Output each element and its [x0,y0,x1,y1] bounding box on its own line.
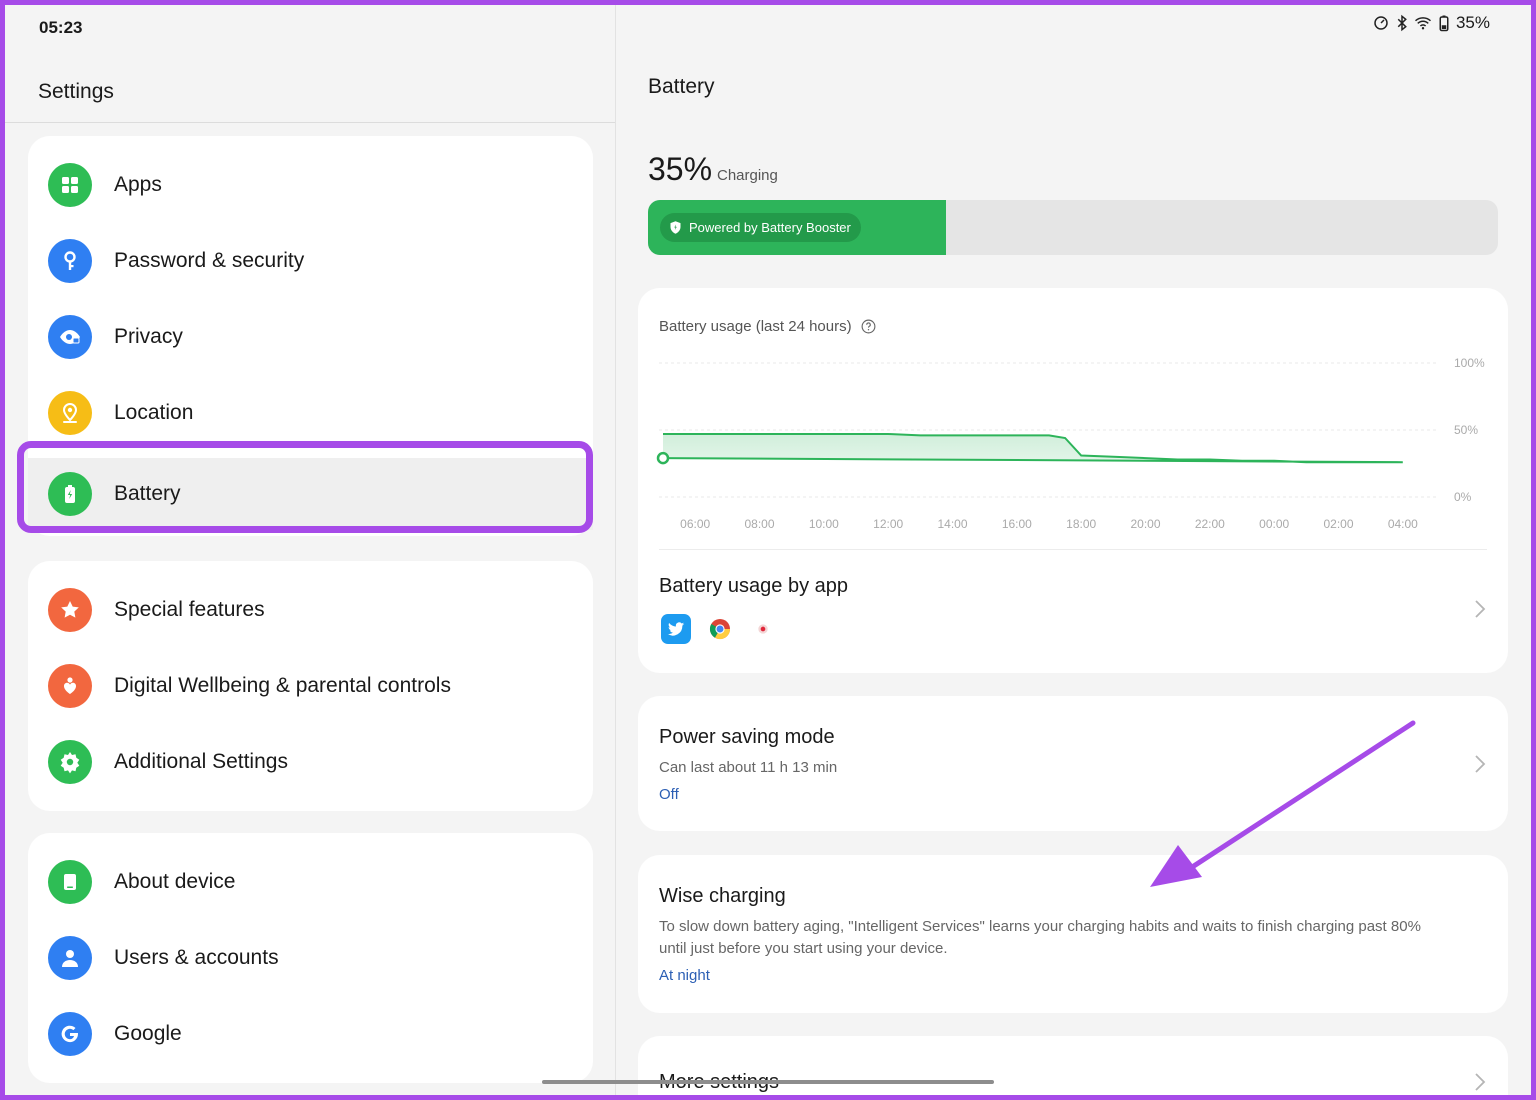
sidebar-item-google[interactable]: Google [28,998,593,1070]
sidebar-item-label: About device [114,870,236,893]
x-tick-label: 02:00 [1323,517,1353,531]
status-bar: 35% [1372,13,1490,33]
status-time: 05:23 [39,18,83,37]
settings-group-1: Apps Password & security Privacy Locatio… [28,136,593,536]
chevron-right-icon[interactable] [1474,1072,1486,1092]
x-tick-label: 08:00 [744,517,774,531]
location-pin-icon [48,391,92,435]
tablet-icon [48,860,92,904]
settings-pane: 05:23 Settings Apps Password & security … [5,5,615,1095]
sidebar-item-label: Privacy [114,325,183,348]
x-tick-label: 10:00 [809,517,839,531]
y-tick-label: 0% [1454,490,1472,504]
x-tick-label: 04:00 [1388,517,1418,531]
usage-chart-title-text: Battery usage (last 24 hours) [659,318,852,335]
gear-icon [48,740,92,784]
battery-charging-icon [1439,15,1449,32]
sidebar-item-privacy[interactable]: Privacy [28,301,593,373]
usage-area [663,434,1403,497]
sidebar-item-label: Digital Wellbeing & parental controls [114,674,451,697]
status-battery-percent: 35% [1455,13,1490,32]
page-title: Settings [38,80,114,103]
google-g-icon [48,1012,92,1056]
eye-lock-icon [48,315,92,359]
x-tick-label: 00:00 [1259,517,1289,531]
sidebar-item-special-features[interactable]: Special features [28,574,593,646]
apps-grid-icon [48,163,92,207]
booster-label: Powered by Battery Booster [689,220,851,235]
sidebar-item-digital-wellbeing[interactable]: Digital Wellbeing & parental controls [28,650,593,722]
x-tick-label: 22:00 [1195,517,1225,531]
sidebar-item-label: Additional Settings [114,750,288,773]
charging-status: Charging [717,167,778,184]
y-tick-label: 50% [1454,423,1478,437]
sidebar-item-password-security[interactable]: Password & security [28,225,593,297]
star-icon [48,588,92,632]
usage-by-app-title: Battery usage by app [659,575,849,597]
sidebar-item-label: Apps [114,173,162,196]
power-saving-title: Power saving mode [659,726,835,748]
wise-charging-status: At night [659,967,710,984]
annotation-arrow-icon [1150,720,1416,887]
wise-charging-description-line: until just before you start using your d… [659,940,948,957]
sidebar-item-location[interactable]: Location [28,377,593,449]
x-tick-label: 20:00 [1130,517,1160,531]
sidebar-item-apps[interactable]: Apps [28,149,593,221]
sidebar-item-label: Location [114,401,194,424]
chrome-icon [705,614,735,644]
shield-icon [670,221,681,234]
x-tick-label: 14:00 [937,517,967,531]
wise-charging-description-line: To slow down battery aging, "Intelligent… [659,918,1421,935]
sidebar-item-label: Users & accounts [114,946,279,969]
battery-booster-badge[interactable]: Powered by Battery Booster [660,213,861,242]
settings-group-2: Special features Digital Wellbeing & par… [28,561,593,811]
sidebar-item-about-device[interactable]: About device [28,846,593,918]
settings-group-3: About device Users & accounts Google [28,833,593,1083]
battery-icon [48,472,92,516]
x-tick-label: 16:00 [1002,517,1032,531]
bluetooth-icon [1397,14,1407,32]
divider [659,549,1487,550]
twitter-icon [661,614,691,644]
battery-page-title: Battery [648,75,715,98]
x-tick-label: 06:00 [680,517,710,531]
sidebar-item-label: Special features [114,598,265,621]
battery-usage-card: Battery usage (last 24 hours) 100% 50% 0% 0… [638,288,1508,673]
heart-person-icon [48,664,92,708]
person-icon [48,936,92,980]
sidebar-item-label: Password & security [114,249,305,272]
sidebar-item-battery[interactable]: Battery [28,458,593,530]
sidebar-item-label: Battery [114,482,181,505]
current-level-point [656,451,670,465]
help-icon[interactable] [860,318,877,335]
x-tick-label: 12:00 [873,517,903,531]
more-settings-card[interactable]: More settings [638,1036,1508,1100]
sidebar-item-users-accounts[interactable]: Users & accounts [28,922,593,994]
battery-usage-chart[interactable]: 100% 50% 0% 06:00 08:00 10:00 12:00 14:00 16:00 1… [638,338,1508,538]
battery-percent: 35% [648,151,713,187]
data-saver-icon [1374,16,1388,30]
power-saving-status: Off [659,786,679,803]
chevron-right-icon[interactable] [1474,599,1486,619]
home-indicator[interactable] [542,1080,994,1084]
x-tick-label: 18:00 [1066,517,1096,531]
screen-recorder-icon [748,614,778,644]
key-icon [48,239,92,283]
sidebar-item-label: Google [114,1022,182,1045]
divider [5,122,615,123]
usage-chart-title: Battery usage (last 24 hours) [659,318,877,335]
y-tick-label: 100% [1454,356,1485,370]
power-saving-estimate: Can last about 11 h 13 min [659,759,838,776]
sidebar-item-additional-settings[interactable]: Additional Settings [28,726,593,798]
wise-charging-title: Wise charging [659,885,786,907]
chevron-right-icon[interactable] [1474,754,1486,774]
wise-charging-description: To slow down battery aging, "Intelligent… [659,916,1494,960]
pane-divider [615,5,616,1095]
wifi-icon [1414,17,1431,30]
